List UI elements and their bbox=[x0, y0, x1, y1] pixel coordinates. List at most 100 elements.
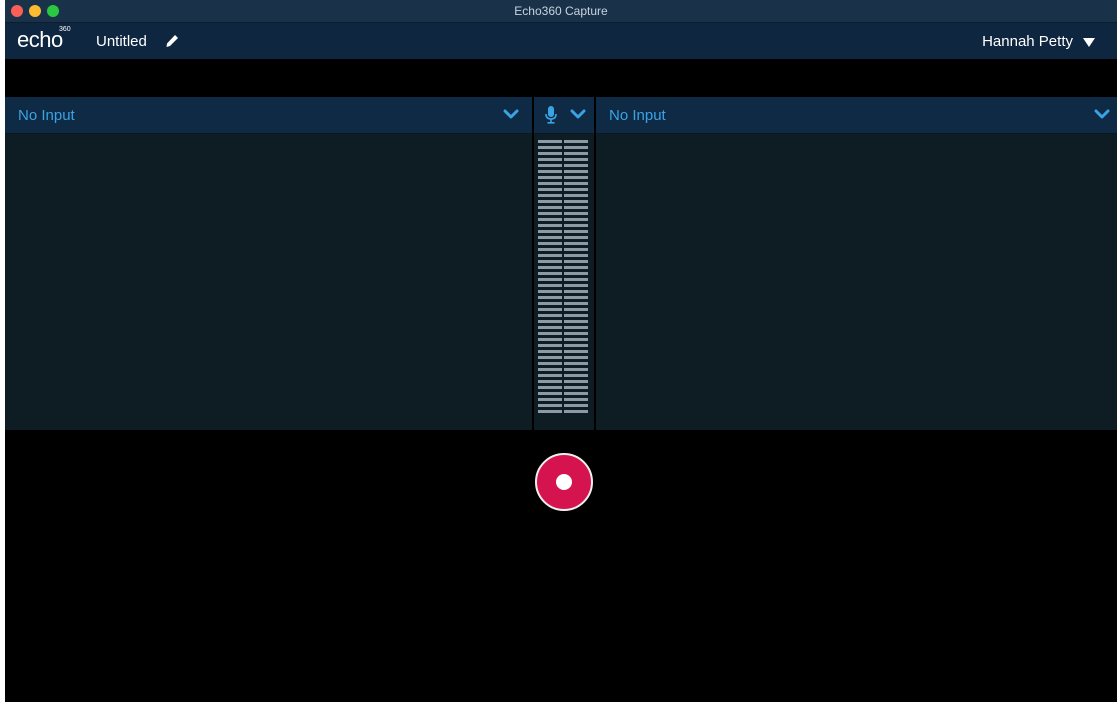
audio-meter-segment bbox=[538, 230, 562, 233]
audio-meter-segment bbox=[564, 266, 588, 269]
audio-meter-segment bbox=[564, 410, 588, 413]
left-video-preview bbox=[5, 134, 532, 430]
audio-meter-segment bbox=[564, 332, 588, 335]
window-title: Echo360 Capture bbox=[514, 4, 608, 18]
audio-meter-segment bbox=[538, 140, 562, 143]
audio-meter-segment bbox=[538, 158, 562, 161]
audio-meter-segment bbox=[538, 152, 562, 155]
audio-meter-segment bbox=[564, 146, 588, 149]
app-header: echo 360 Untitled Hannah Petty bbox=[5, 23, 1117, 59]
audio-meter-segment bbox=[538, 242, 562, 245]
audio-meter-segment bbox=[538, 260, 562, 263]
audio-meter-segment bbox=[538, 284, 562, 287]
audio-meter-segment bbox=[538, 308, 562, 311]
recording-title[interactable]: Untitled bbox=[96, 33, 147, 51]
audio-meter-segment bbox=[538, 392, 562, 395]
audio-meter-segment bbox=[538, 182, 562, 185]
audio-meter-segment bbox=[564, 230, 588, 233]
audio-meter-segment bbox=[564, 170, 588, 173]
chevron-down-icon[interactable] bbox=[570, 108, 586, 120]
audio-meter-segment bbox=[564, 374, 588, 377]
record-icon bbox=[556, 474, 572, 490]
right-source-selector[interactable]: No Input bbox=[596, 97, 1117, 134]
audio-meter-segment bbox=[538, 272, 562, 275]
audio-meter-segment bbox=[538, 344, 562, 347]
audio-meter-segment bbox=[564, 236, 588, 239]
audio-meter-segment bbox=[564, 248, 588, 251]
audio-meter-segment bbox=[564, 302, 588, 305]
audio-meter-segment bbox=[564, 290, 588, 293]
app-window: Echo360 Capture echo 360 Untitled Hannah… bbox=[5, 0, 1117, 702]
audio-meter-segment bbox=[538, 236, 562, 239]
audio-meter-segment bbox=[538, 356, 562, 359]
audio-meter-segment bbox=[564, 200, 588, 203]
audio-meter-segment bbox=[538, 302, 562, 305]
audio-meter-segment bbox=[564, 296, 588, 299]
audio-meter-segment bbox=[538, 248, 562, 251]
audio-meter-segment bbox=[564, 356, 588, 359]
record-button[interactable] bbox=[535, 453, 593, 511]
echo-logo-superscript: 360 bbox=[59, 26, 71, 33]
audio-meter-segment bbox=[538, 224, 562, 227]
audio-meter-segment bbox=[538, 398, 562, 401]
audio-meter-segment bbox=[564, 308, 588, 311]
audio-source-selector[interactable] bbox=[534, 97, 594, 134]
audio-meter-segment bbox=[564, 176, 588, 179]
user-menu[interactable]: Hannah Petty bbox=[982, 33, 1095, 51]
audio-meter-segment bbox=[564, 386, 588, 389]
audio-meter-segment bbox=[564, 212, 588, 215]
audio-meter-segment bbox=[538, 212, 562, 215]
audio-meter-segment bbox=[564, 326, 588, 329]
audio-meter-segment bbox=[538, 278, 562, 281]
audio-meter-segment bbox=[564, 362, 588, 365]
audio-meter-segment bbox=[538, 206, 562, 209]
audio-meter-segment bbox=[564, 218, 588, 221]
audio-meter-segment bbox=[538, 410, 562, 413]
audio-meter-segment bbox=[538, 266, 562, 269]
audio-meter-segment bbox=[564, 320, 588, 323]
audio-meter-segment bbox=[538, 320, 562, 323]
audio-meter-segment bbox=[538, 176, 562, 179]
audio-meter-segment bbox=[538, 170, 562, 173]
audio-meter-segment bbox=[564, 206, 588, 209]
audio-meter-segment bbox=[564, 158, 588, 161]
audio-meter-segment bbox=[564, 284, 588, 287]
audio-meter-left-channel bbox=[538, 140, 562, 416]
audio-meter-segment bbox=[538, 374, 562, 377]
audio-meter-right-channel bbox=[564, 140, 588, 416]
audio-meter-segment bbox=[564, 404, 588, 407]
user-name: Hannah Petty bbox=[982, 33, 1073, 50]
audio-meter-segment bbox=[538, 404, 562, 407]
audio-meter-segment bbox=[564, 380, 588, 383]
right-video-preview bbox=[596, 134, 1117, 430]
audio-meter-segment bbox=[564, 338, 588, 341]
left-source-selector[interactable]: No Input bbox=[5, 97, 532, 134]
audio-meter-segment bbox=[538, 362, 562, 365]
audio-meter-segment bbox=[538, 386, 562, 389]
audio-meter-segment bbox=[538, 146, 562, 149]
audio-meter-segment bbox=[538, 314, 562, 317]
title-bar: Echo360 Capture bbox=[5, 0, 1117, 23]
audio-meter-segment bbox=[538, 368, 562, 371]
audio-meter-segment bbox=[538, 332, 562, 335]
audio-meter-segment bbox=[564, 368, 588, 371]
audio-meter-segment bbox=[564, 152, 588, 155]
audio-meter-segment bbox=[564, 242, 588, 245]
audio-meter-segment bbox=[564, 272, 588, 275]
audio-meter-segment bbox=[564, 224, 588, 227]
pencil-icon[interactable] bbox=[164, 33, 180, 49]
chevron-down-icon[interactable] bbox=[503, 108, 519, 120]
caret-down-icon bbox=[1083, 37, 1095, 47]
audio-meter-segment bbox=[564, 254, 588, 257]
audio-meter-segment bbox=[564, 314, 588, 317]
audio-meter-segment bbox=[538, 164, 562, 167]
audio-meter-segment bbox=[564, 260, 588, 263]
audio-meter-segment bbox=[564, 140, 588, 143]
audio-meter-segment bbox=[538, 194, 562, 197]
audio-meter-segment bbox=[538, 338, 562, 341]
chevron-down-icon[interactable] bbox=[1094, 108, 1110, 120]
audio-meter-segment bbox=[564, 392, 588, 395]
audio-meter-segment bbox=[538, 290, 562, 293]
audio-meter-segment bbox=[564, 278, 588, 281]
audio-meter-segment bbox=[538, 326, 562, 329]
